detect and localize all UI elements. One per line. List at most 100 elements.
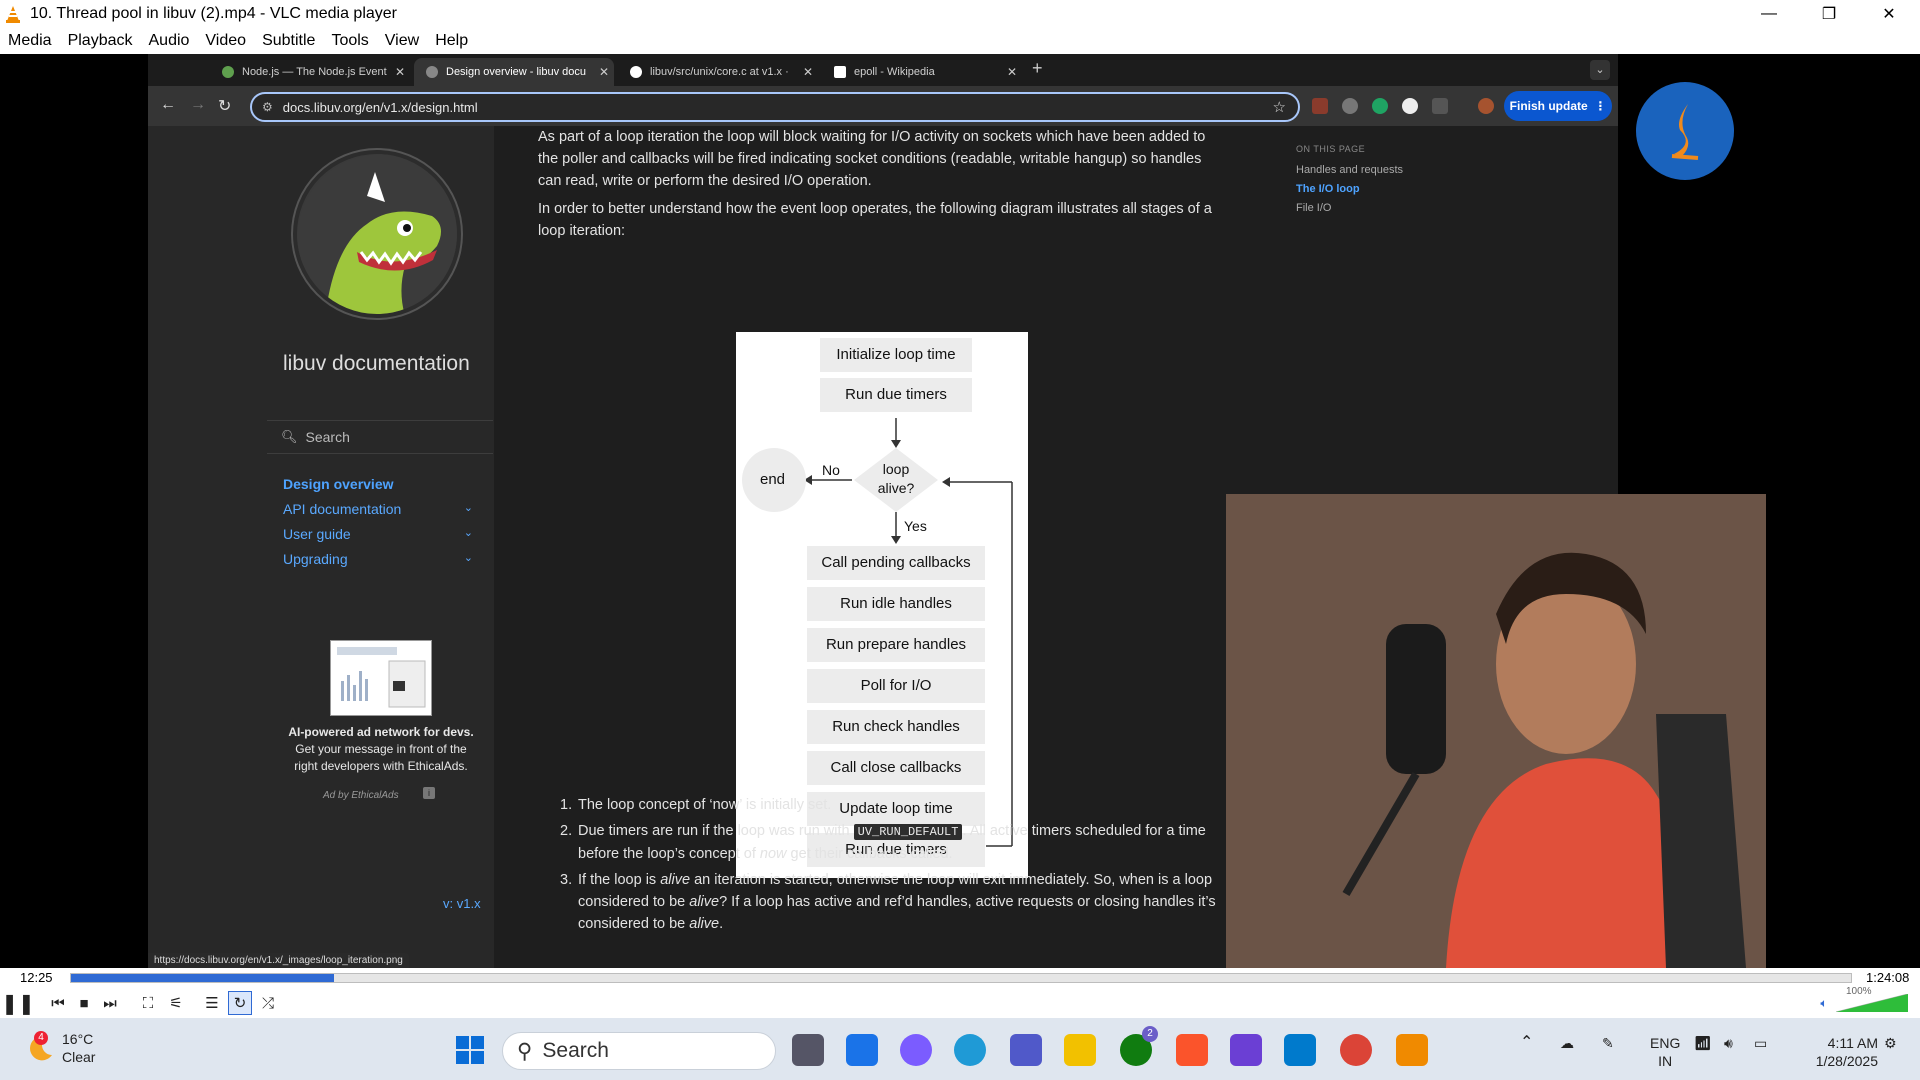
brave-icon[interactable] <box>1176 1034 1208 1066</box>
extension-icon[interactable] <box>1342 98 1358 114</box>
next-button[interactable]: ⏭ <box>98 991 122 1015</box>
task-view-icon[interactable] <box>792 1034 824 1066</box>
vlc-taskbar-icon[interactable] <box>1396 1034 1428 1066</box>
clock-time: 4:11 AM <box>1827 1035 1878 1051</box>
vscode-icon[interactable] <box>1284 1034 1316 1066</box>
elapsed-time[interactable]: 12:25 <box>20 968 53 988</box>
tab-close-icon[interactable]: ✕ <box>1002 65 1022 79</box>
tab-wikipedia[interactable]: epoll - Wikipedia ✕ <box>822 58 1022 86</box>
menu-view[interactable]: View <box>377 32 427 50</box>
address-bar[interactable]: ⚙ docs.libuv.org/en/v1.x/design.html ☆ <box>250 92 1300 122</box>
file-explorer-icon[interactable] <box>1064 1034 1096 1066</box>
mail-icon[interactable] <box>846 1034 878 1066</box>
copilot-icon[interactable] <box>900 1034 932 1066</box>
menu-video[interactable]: Video <box>197 32 254 50</box>
restore-button[interactable]: ❐ <box>1800 0 1858 28</box>
project-title[interactable]: libuv documentation <box>283 350 483 377</box>
site-info-icon[interactable]: ⚙ <box>262 100 273 114</box>
xbox-icon[interactable]: 2 <box>1120 1026 1158 1066</box>
pause-button[interactable]: ❚❚ <box>1 991 35 1015</box>
list-item: 3. If the loop is alive an iteration is s… <box>560 872 1216 932</box>
notifications-icon[interactable]: ⚙ <box>1884 1034 1897 1052</box>
tab-design-overview[interactable]: Design overview - libuv docu ✕ <box>414 58 614 86</box>
forward-icon[interactable]: → <box>190 96 206 114</box>
loop-button[interactable]: ↻ <box>228 991 252 1015</box>
close-button[interactable]: ✕ <box>1860 0 1918 28</box>
seek-slider[interactable] <box>70 973 1852 983</box>
libuv-logo[interactable] <box>293 150 461 318</box>
new-tab-icon[interactable]: + <box>1032 58 1043 79</box>
finish-update-button[interactable]: Finish update ⋮ <box>1504 91 1612 121</box>
ad-info-icon[interactable]: i <box>423 787 435 799</box>
tray-chevron-icon[interactable]: ⌃ <box>1520 1034 1533 1052</box>
menu-help[interactable]: Help <box>427 32 476 50</box>
chevron-down-icon[interactable]: ⌄ <box>464 501 473 514</box>
taskbar-search[interactable]: ⚲ Search <box>502 1032 776 1070</box>
menu-playback[interactable]: Playback <box>60 32 141 50</box>
clock[interactable]: 4:11 AM 1/28/2025 <box>1800 1034 1878 1070</box>
stop-button[interactable]: ■ <box>72 991 96 1015</box>
tab-close-icon[interactable]: ✕ <box>390 65 410 79</box>
tab-nodejs[interactable]: Node.js — The Node.js Event ✕ <box>210 58 410 86</box>
nav-user-guide[interactable]: User guide ⌄ <box>283 526 483 542</box>
menu-audio[interactable]: Audio <box>141 32 198 50</box>
back-icon[interactable]: ← <box>160 96 176 114</box>
weather-widget[interactable]: 4 16°C Clear <box>26 1030 95 1066</box>
bookmark-star-icon[interactable]: ☆ <box>1273 98 1286 116</box>
toc-io-loop[interactable]: The I/O loop <box>1296 183 1403 195</box>
edge-icon[interactable] <box>954 1034 986 1066</box>
language-indicator[interactable]: ENG IN <box>1650 1034 1680 1070</box>
total-time[interactable]: 1:24:08 <box>1866 968 1909 988</box>
ad-text[interactable]: AI-powered ad network for devs. Get your… <box>288 724 474 775</box>
shuffle-button[interactable]: ⤮ <box>256 991 280 1015</box>
chrome-icon[interactable] <box>1340 1034 1372 1066</box>
start-icon[interactable] <box>454 1034 486 1066</box>
version-badge[interactable]: v: v1.x <box>443 896 481 911</box>
stage-run-due-timers: Run due timers <box>820 378 972 412</box>
ad-image[interactable] <box>330 640 432 716</box>
grammarly-icon[interactable] <box>1372 98 1388 114</box>
lang-region: IN <box>1658 1053 1673 1069</box>
volume-slider[interactable] <box>1836 994 1908 1012</box>
battery-icon[interactable]: ▭ <box>1754 1034 1767 1052</box>
minimize-button[interactable]: — <box>1740 0 1798 28</box>
video-frame[interactable]: Node.js — The Node.js Event ✕ Design ove… <box>0 54 1920 968</box>
fullscreen-button[interactable]: ⛶ <box>136 991 160 1015</box>
search-icon: 🔍︎ <box>281 429 298 444</box>
menu-subtitle[interactable]: Subtitle <box>254 32 323 50</box>
previous-button[interactable]: ⏮ <box>46 991 70 1015</box>
proton-icon[interactable] <box>1230 1034 1262 1066</box>
extension-icon[interactable] <box>1312 98 1328 114</box>
stage-check-handles: Run check handles <box>807 710 985 744</box>
tab-github[interactable]: libuv/src/unix/core.c at v1.x · ✕ <box>618 58 818 86</box>
nav-api-documentation[interactable]: API documentation ⌄ <box>283 501 483 517</box>
menu-media[interactable]: Media <box>0 32 60 50</box>
chevron-down-icon[interactable]: ⌄ <box>464 526 473 539</box>
onedrive-icon[interactable]: ☁ <box>1560 1034 1574 1052</box>
chevron-down-icon[interactable]: ⌄ <box>464 551 473 564</box>
tab-close-icon[interactable]: ✕ <box>798 65 818 79</box>
tab-search-icon[interactable]: ⌄ <box>1590 60 1610 80</box>
ad-attribution[interactable]: Ad by EthicalAds <box>323 790 399 801</box>
speaker-icon[interactable]: 🔈︎ <box>1812 991 1836 1015</box>
nav-upgrading[interactable]: Upgrading ⌄ <box>283 551 483 567</box>
nav-design-overview[interactable]: Design overview <box>283 476 483 492</box>
toc-file-io[interactable]: File I/O <box>1296 202 1403 214</box>
extension-icon[interactable] <box>1402 98 1418 114</box>
decision-line2: alive? <box>877 480 915 496</box>
pen-icon[interactable]: ✎ <box>1602 1034 1614 1052</box>
list-item-text: The loop concept of ‘now’ is initially s… <box>578 797 832 813</box>
playlist-button[interactable]: ☰ <box>200 991 224 1015</box>
volume-icon[interactable]: 🔊︎ <box>1724 1034 1733 1052</box>
extensions-puzzle-icon[interactable] <box>1432 98 1448 114</box>
profile-avatar[interactable] <box>1478 98 1494 114</box>
extended-settings-button[interactable]: ⚟ <box>164 991 188 1015</box>
wifi-icon[interactable]: 📶︎ <box>1694 1034 1712 1052</box>
toc-handles-and-requests[interactable]: Handles and requests <box>1296 164 1403 176</box>
decision-line1: loop <box>882 461 910 477</box>
menu-tools[interactable]: Tools <box>323 32 376 50</box>
teams-icon[interactable] <box>1010 1034 1042 1066</box>
docs-search-input[interactable]: 🔍︎ Search <box>267 420 493 454</box>
tab-close-icon[interactable]: ✕ <box>594 65 614 79</box>
reload-icon[interactable]: ↻ <box>218 96 231 116</box>
